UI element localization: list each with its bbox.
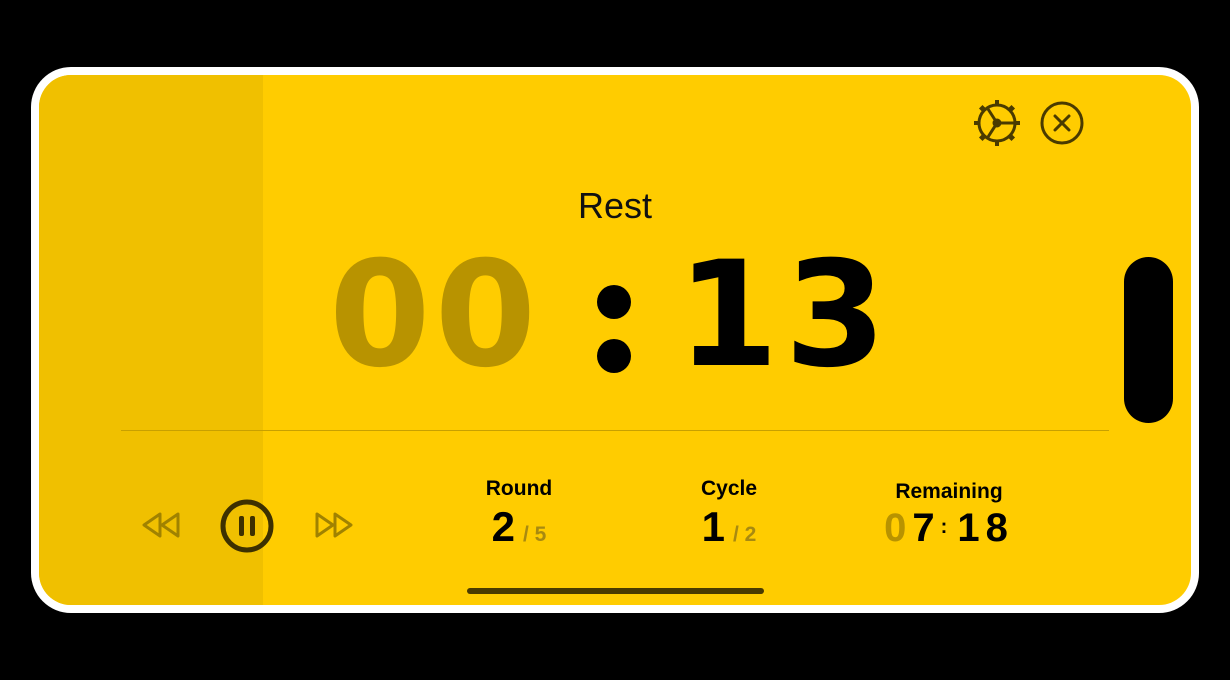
round-stat: Round 2 / 5 <box>439 477 599 551</box>
cycle-current: 1 <box>701 503 725 550</box>
cycle-total: / 2 <box>733 523 757 546</box>
close-button[interactable] <box>1036 97 1088 149</box>
timer-screen: Rest 00 13 Round 2 / 5 Cycle 1 / 2 Remai… <box>39 75 1191 605</box>
remaining-seconds: 18 <box>957 506 1014 550</box>
round-current: 2 <box>491 503 515 550</box>
cycle-value: 1 / 2 <box>649 503 809 551</box>
remaining-minutes: 7 <box>912 506 941 550</box>
timer-minutes: 00 <box>329 230 541 400</box>
divider <box>121 430 1109 431</box>
round-total: / 5 <box>523 523 547 546</box>
rewind-icon <box>142 512 180 538</box>
timer-seconds: 13 <box>677 230 893 400</box>
fast-forward-icon <box>315 512 353 538</box>
pause-icon <box>220 499 274 553</box>
countdown-timer: 00 13 <box>329 235 909 401</box>
pause-button[interactable] <box>219 498 275 554</box>
rewind-button[interactable] <box>140 511 184 539</box>
fast-forward-button[interactable] <box>311 511 355 539</box>
round-label: Round <box>485 477 553 500</box>
cycle-stat: Cycle 1 / 2 <box>649 477 809 551</box>
remaining-stat: Remaining 07:18 <box>849 480 1049 551</box>
close-circle-icon <box>1040 101 1084 145</box>
phase-label: Rest <box>577 185 653 226</box>
gear-icon <box>974 100 1020 146</box>
remaining-minutes-dim: 0 <box>884 506 913 550</box>
home-indicator[interactable] <box>467 588 764 594</box>
round-value: 2 / 5 <box>439 503 599 551</box>
cycle-label: Cycle <box>700 477 758 500</box>
settings-button[interactable] <box>971 97 1023 149</box>
phase-scrubber-handle[interactable] <box>1124 257 1173 423</box>
remaining-time: 07:18 <box>849 506 1049 551</box>
remaining-label: Remaining <box>895 480 1003 503</box>
timer-colon <box>595 241 635 401</box>
remaining-separator: : <box>940 516 958 538</box>
